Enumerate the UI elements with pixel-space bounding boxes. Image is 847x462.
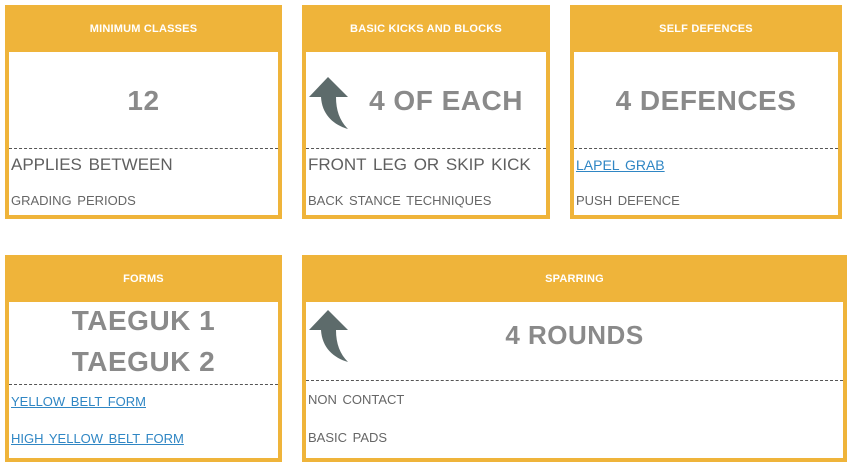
divider [574, 148, 838, 149]
card-title: SPARRING [545, 272, 604, 285]
detail-line: BASIC PADS [308, 430, 388, 445]
divider [306, 148, 546, 149]
detail-line: APPLIES BETWEEN [11, 155, 173, 174]
card-title: BASIC KICKS AND BLOCKS [350, 22, 502, 35]
lapel-grab-link[interactable]: LAPEL GRAB [576, 157, 836, 173]
card-title: MINIMUM CLASSES [89, 22, 198, 35]
card-body: 12 APPLIES BETWEEN GRADING PERIODS [9, 52, 278, 215]
card-basic-kicks-and-blocks: BASIC KICKS AND BLOCKS 4 OF EACH FRONT L… [302, 5, 550, 219]
card-body: 4 DEFENCES LAPEL GRAB PUSH DEFENCE [574, 52, 838, 215]
card-value: 4 DEFENCES [615, 85, 797, 116]
card-body: TAEGUK 1 TAEGUK 2 YELLOW BELT FORM HIGH … [9, 302, 278, 458]
card-value: 4 OF EACH [369, 85, 523, 116]
detail-line: NON CONTACT [308, 392, 405, 407]
divider [9, 148, 278, 149]
detail-line: PUSH DEFENCE [576, 193, 680, 208]
card-forms: FORMS TAEGUK 1 TAEGUK 2 YELLOW BELT FORM… [5, 255, 282, 462]
card-title: FORMS [123, 272, 164, 285]
card-self-defences: SELF DEFENCES 4 DEFENCES LAPEL GRAB PUSH… [570, 5, 842, 219]
detail-line: BACK STANCE TECHNIQUES [308, 193, 492, 208]
card-body: 4 ROUNDS NON CONTACT BASIC PADS [306, 302, 843, 458]
high-yellow-belt-form-link[interactable]: HIGH YELLOW BELT FORM [11, 431, 276, 446]
card-value-line: TAEGUK 2 [71, 346, 216, 377]
divider [306, 380, 843, 381]
card-value: 12 [127, 85, 160, 116]
card-minimum-classes: MINIMUM CLASSES 12 APPLIES BETWEEN GRADI… [5, 5, 282, 219]
card-value-line: TAEGUK 1 [71, 305, 216, 336]
curved-up-arrow-icon [309, 77, 348, 129]
yellow-belt-form-link[interactable]: YELLOW BELT FORM [11, 394, 276, 409]
card-sparring: SPARRING 4 ROUNDS NON CONTACT BASIC PADS [302, 255, 847, 462]
divider [9, 384, 278, 385]
card-title: SELF DEFENCES [659, 22, 753, 35]
detail-line: GRADING PERIODS [11, 193, 136, 208]
detail-line: FRONT LEG OR SKIP KICK [308, 155, 531, 174]
card-value: 4 ROUNDS [505, 320, 644, 350]
card-body: 4 OF EACH FRONT LEG OR SKIP KICK BACK ST… [306, 52, 546, 215]
